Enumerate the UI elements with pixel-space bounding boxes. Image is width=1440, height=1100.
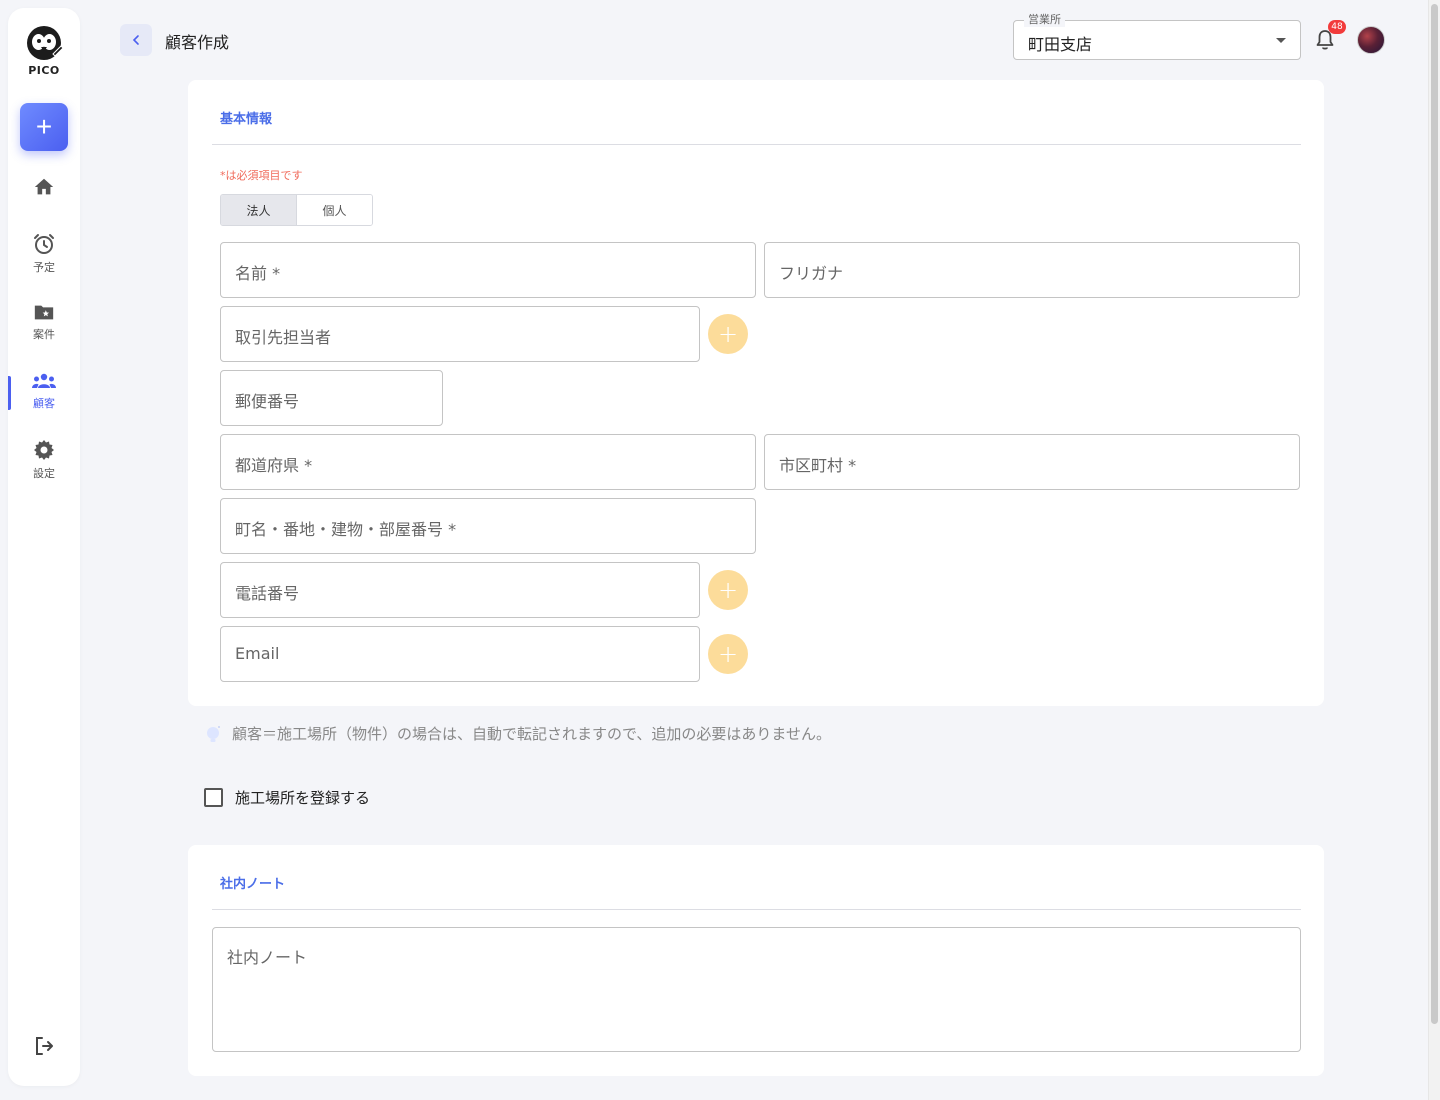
- basic-info-card: 基本情報 *は必須項目です 法人 個人 名前 * フリガナ 取引先担当者 + 郵…: [188, 80, 1324, 706]
- user-avatar[interactable]: [1357, 26, 1385, 54]
- contact-person-field-label: 取引先担当者: [235, 328, 332, 347]
- section-divider: [212, 909, 1301, 910]
- gear-icon: [34, 440, 54, 460]
- penguin-logo-icon: [27, 26, 64, 60]
- email-field-label: Email: [235, 644, 280, 663]
- people-group-icon: [32, 373, 56, 388]
- home-icon: [34, 178, 54, 195]
- section-title: 基本情報: [220, 112, 273, 127]
- prefecture-field-label: 都道府県 *: [235, 456, 313, 475]
- page-title: 顧客作成: [165, 33, 230, 52]
- toggle-individual[interactable]: 個人: [297, 195, 372, 225]
- alarm-clock-icon: [34, 234, 54, 254]
- postal-code-field[interactable]: 郵便番号: [220, 370, 443, 426]
- required-note: *は必須項目です: [220, 169, 303, 182]
- sidebar-item-customers[interactable]: 顧客: [8, 370, 80, 411]
- furigana-field-label: フリガナ: [779, 264, 844, 283]
- section-title: 社内ノート: [220, 877, 286, 892]
- register-site-label: 施工場所を登録する: [235, 789, 371, 807]
- register-site-option[interactable]: 施工場所を登録する: [204, 787, 370, 808]
- sidebar-item-home[interactable]: [8, 176, 80, 198]
- prefecture-field[interactable]: 都道府県 *: [220, 434, 756, 490]
- add-contact-person-button[interactable]: +: [708, 314, 748, 354]
- office-select-legend: 営業所: [1024, 13, 1065, 27]
- create-new-button[interactable]: +: [20, 103, 68, 151]
- sidebar-item-label: 予定: [33, 261, 55, 274]
- city-field[interactable]: 市区町村 *: [764, 434, 1300, 490]
- address-field-label: 町名・番地・建物・部屋番号 *: [235, 520, 457, 539]
- notification-badge: 48: [1328, 20, 1346, 34]
- phone-field[interactable]: 電話番号: [220, 562, 700, 618]
- sidebar: PICO + 予定 案件 顧客 設定: [8, 8, 80, 1086]
- page-scrollbar[interactable]: [1428, 0, 1440, 1100]
- name-field[interactable]: 名前 *: [220, 242, 756, 298]
- info-tip: 顧客＝施工場所（物件）の場合は、自動で転記されますので、追加の必要はありません。: [204, 723, 831, 744]
- add-email-button[interactable]: +: [708, 634, 748, 674]
- sidebar-item-label: 案件: [33, 328, 55, 341]
- sidebar-item-label: 設定: [33, 467, 55, 480]
- caret-down-icon: [1276, 38, 1286, 43]
- sidebar-item-projects[interactable]: 案件: [8, 301, 80, 342]
- furigana-field[interactable]: フリガナ: [764, 242, 1300, 298]
- chevron-left-icon: [132, 35, 139, 45]
- phone-field-label: 電話番号: [235, 584, 300, 603]
- sidebar-item-settings[interactable]: 設定: [8, 438, 80, 481]
- office-select[interactable]: 営業所 町田支店: [1013, 13, 1301, 60]
- sidebar-item-schedule[interactable]: 予定: [8, 232, 80, 275]
- internal-note-card: 社内ノート 社内ノート: [188, 845, 1324, 1076]
- back-button[interactable]: [120, 24, 152, 56]
- scrollbar-thumb[interactable]: [1431, 4, 1438, 1024]
- tip-text: 顧客＝施工場所（物件）の場合は、自動で転記されますので、追加の必要はありません。: [232, 725, 831, 743]
- lightbulb-icon: [207, 725, 220, 742]
- add-phone-button[interactable]: +: [708, 570, 748, 610]
- app-logo[interactable]: PICO: [8, 24, 80, 77]
- contact-person-field[interactable]: 取引先担当者: [220, 306, 700, 362]
- customer-type-toggle: 法人 個人: [220, 194, 373, 226]
- logo-text: PICO: [28, 64, 60, 77]
- office-select-value: 町田支店: [1028, 35, 1093, 54]
- internal-note-textarea[interactable]: 社内ノート: [212, 927, 1301, 1052]
- internal-note-placeholder: 社内ノート: [227, 948, 308, 967]
- name-field-label: 名前 *: [235, 264, 281, 283]
- address-field[interactable]: 町名・番地・建物・部屋番号 *: [220, 498, 756, 554]
- sidebar-item-label: 顧客: [33, 397, 55, 410]
- city-field-label: 市区町村 *: [779, 456, 857, 475]
- email-field[interactable]: Email: [220, 626, 700, 682]
- postal-code-field-label: 郵便番号: [235, 392, 300, 411]
- logout-icon[interactable]: [32, 1034, 56, 1058]
- toggle-corporate[interactable]: 法人: [221, 195, 297, 225]
- folder-star-icon: [34, 305, 54, 320]
- section-divider: [212, 144, 1301, 145]
- register-site-checkbox[interactable]: [204, 788, 223, 807]
